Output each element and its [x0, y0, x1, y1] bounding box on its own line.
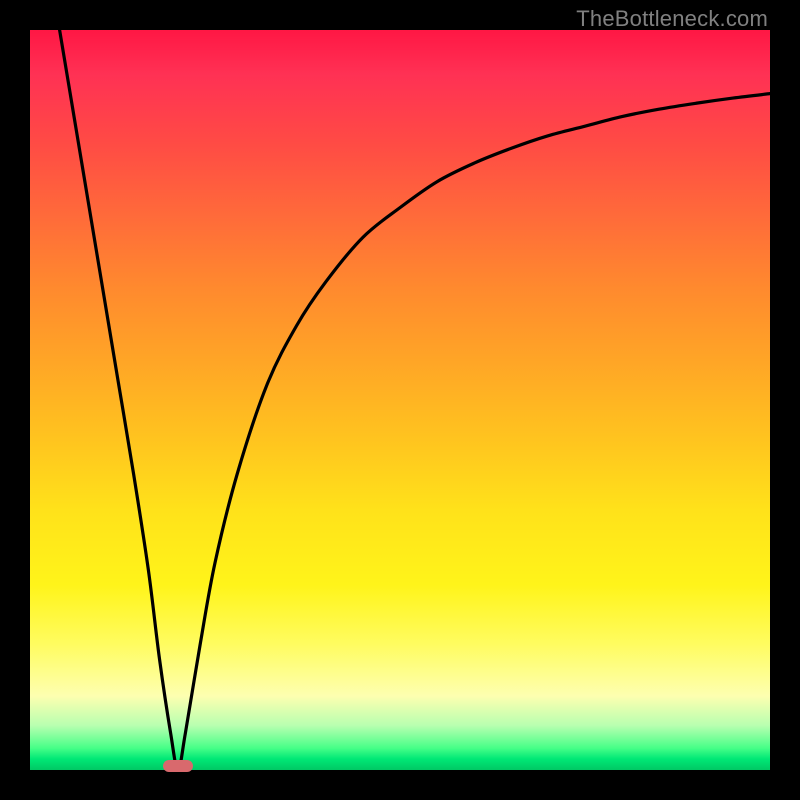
minimum-marker	[163, 760, 193, 772]
attribution-text: TheBottleneck.com	[576, 6, 768, 32]
chart-outer-frame: TheBottleneck.com	[0, 0, 800, 800]
chart-plot-area	[30, 30, 770, 770]
bottleneck-curve	[30, 30, 770, 770]
curve-path	[60, 30, 770, 770]
